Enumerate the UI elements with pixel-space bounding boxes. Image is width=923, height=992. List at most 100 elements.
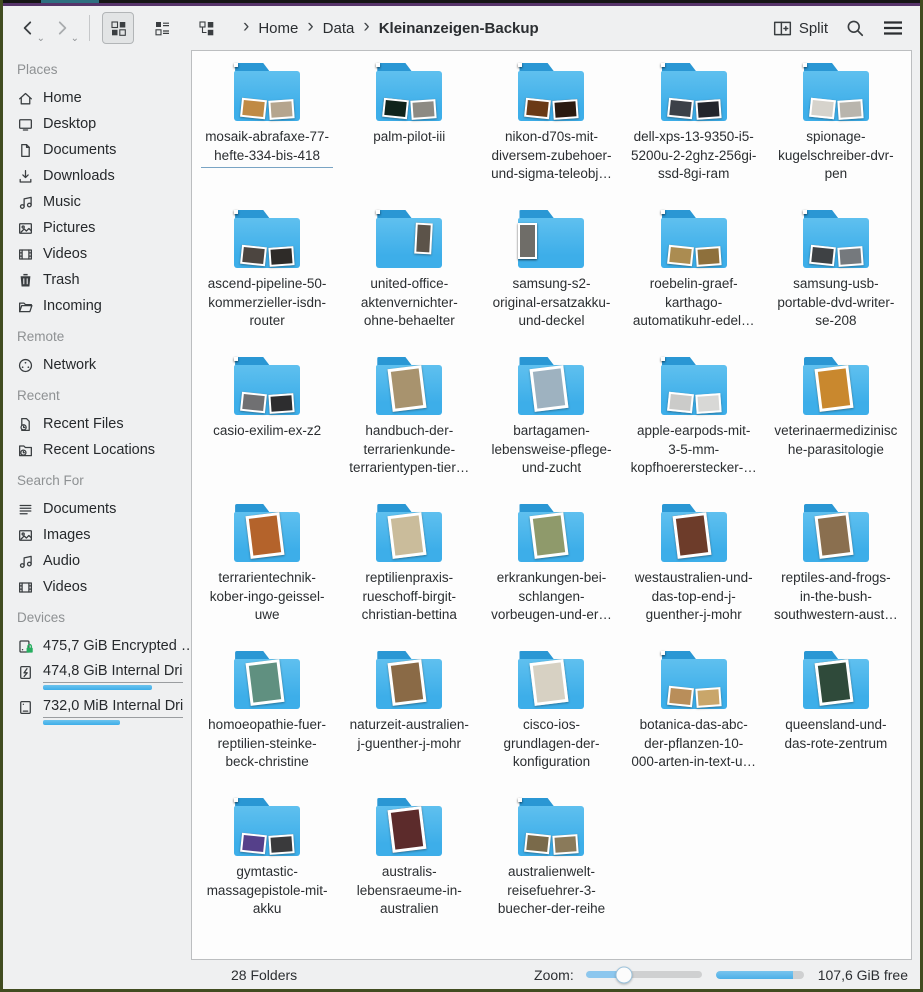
folder-item[interactable]: reptiles-and-frogs-in-the-bush-southwest… [765,504,907,651]
thumbnail [695,687,721,708]
folder-item[interactable]: nikon-d70s-mit-diversem-zubehoer-und-sig… [480,63,622,210]
sidebar-item-475-7-gib-encrypted[interactable]: 475,7 GiB Encrypted … [15,633,185,659]
sidebar-item-body: 474,8 GiB Internal Dri… [43,663,183,690]
folder-item[interactable]: roebelin-graef-karthago-automatikuhr-ede… [623,210,765,357]
thumbnail [661,651,665,655]
breadcrumb-separator-icon: › [242,19,250,38]
folder-item[interactable]: handbuch-der-terrarienkunde-terrarientyp… [338,357,480,504]
sidebar-item-body: Recent Locations [43,441,183,459]
thumbnail [240,833,267,855]
sidebar-item-trash[interactable]: Trash [15,267,185,293]
thumbnail [268,246,294,267]
trash-icon [17,272,34,289]
thumbnail [553,99,579,120]
content-view[interactable]: mosaik-abrafaxe-77-hefte-334-bis-418palm… [191,50,912,960]
folder-item[interactable]: terrarientechnik-kober-ingo-geissel-uwe [196,504,338,651]
folder-item[interactable]: homoeopathie-fuer-reptilien-steinke-beck… [196,651,338,798]
folder-item[interactable]: dell-xps-13-9350-i5-5200u-2-2ghz-256gi-s… [623,63,765,210]
folder-label: homoeopathie-fuer-reptilien-steinke-beck… [204,716,330,772]
sidebar-item-732-0-mib-internal-dri[interactable]: 732,0 MiB Internal Dri… [15,694,185,729]
sidebar-item-documents[interactable]: Documents [15,137,185,163]
search-button[interactable] [838,12,872,44]
doc-lines-icon [17,501,34,518]
folder-item[interactable]: westaustralien-und-das-top-end-j-guenthe… [623,504,765,651]
view-mode-tree-button[interactable] [190,12,222,44]
home-icon [17,90,34,107]
folder-item[interactable]: samsung-s2-original-ersatzakku-und-decke… [480,210,622,357]
folder-item[interactable]: reptilienpraxis-rueschoff-birgit-christi… [338,504,480,651]
split-button[interactable]: Split [767,16,834,41]
thumbnail [388,659,427,706]
sidebar-item-home[interactable]: Home [15,85,185,111]
folder-item[interactable]: samsung-usb-portable-dvd-writer-se-208 [765,210,907,357]
folder-item[interactable]: australis-lebensraeume-in-australien [338,798,480,945]
folder-item[interactable]: botanica-das-abc-der-pflanzen-10-000-art… [623,651,765,798]
recent-file-icon [17,416,34,433]
back-button[interactable]: ⌄ [13,13,43,43]
breadcrumb-item-kleinanzeigen-backup[interactable]: Kleinanzeigen-Backup [373,18,545,39]
folder-icon [661,357,727,415]
sidebar-item-incoming[interactable]: Incoming [15,293,185,319]
sidebar-item-pictures[interactable]: Pictures [15,215,185,241]
thumbnail [695,99,721,120]
split-view-icon [773,20,792,37]
sidebar-section: RemoteNetwork [15,329,185,378]
folder-item[interactable]: united-office-aktenvernichter-ohne-behae… [338,210,480,357]
folder-item[interactable]: gymtastic-massagepistole-mit-akku [196,798,338,945]
thumbnail [530,365,569,412]
folder-item[interactable]: ascend-pipeline-50-kommerzieller-isdn-ro… [196,210,338,357]
sidebar-item-audio[interactable]: Audio [15,548,185,574]
thumbnail [388,806,427,853]
sidebar-item-network[interactable]: Network [15,352,185,378]
view-mode-details-button[interactable] [146,12,178,44]
folder-item[interactable]: queensland-und-das-rote-zentrum [765,651,907,798]
sidebar-item-downloads[interactable]: Downloads [15,163,185,189]
back-arrow-icon [19,19,37,37]
thumbnail [268,834,294,855]
folder-label: australienwelt-reisefuehrer-3-buecher-de… [494,863,609,919]
breadcrumb-item-home[interactable]: Home [252,18,304,39]
folder-icon [661,63,727,121]
menu-button[interactable] [876,12,910,44]
folder-item[interactable]: naturzeit-australien-j-guenther-j-mohr [338,651,480,798]
sidebar-item-desktop[interactable]: Desktop [15,111,185,137]
folder-item[interactable]: australienwelt-reisefuehrer-3-buecher-de… [480,798,622,945]
thumbnail [382,98,409,120]
thumbnail [518,223,537,259]
folder-item[interactable]: apple-earpods-mit-3-5-mm-kopfhoerersteck… [623,357,765,504]
folder-icon [661,210,727,268]
folder-icon [518,504,584,562]
folder-label: gymtastic-massagepistole-mit-akku [203,863,332,919]
sidebar-item-recent-locations[interactable]: Recent Locations [15,437,185,463]
folder-item[interactable]: cisco-ios-grundlagen-der-konfiguration [480,651,622,798]
sidebar-item-label: Incoming [43,298,102,314]
folder-item[interactable]: mosaik-abrafaxe-77-hefte-334-bis-418 [196,63,338,210]
sidebar-item-music[interactable]: Music [15,189,185,215]
thumbnail [814,365,853,412]
folder-item[interactable]: bartagamen-lebensweise-pflege-und-zucht [480,357,622,504]
network-icon [17,357,34,374]
folder-item[interactable]: veterinaermedizinische-parasitologie [765,357,907,504]
zoom-slider[interactable] [586,966,702,983]
breadcrumb-item-data[interactable]: Data [317,18,361,39]
video-icon [17,246,34,263]
forward-button[interactable]: ⌄ [47,13,77,43]
folder-item[interactable]: erkrankungen-bei-schlangen-vorbeugen-und… [480,504,622,651]
sidebar-item-recent-files[interactable]: Recent Files [15,411,185,437]
sidebar-item-documents[interactable]: Documents [15,496,185,522]
document-icon [17,142,34,159]
zoom-slider-handle[interactable] [615,966,632,983]
forward-history-caret-icon[interactable]: ⌄ [71,35,79,43]
sidebar-item-images[interactable]: Images [15,522,185,548]
folder-item[interactable]: palm-pilot-iii [338,63,480,210]
folder-label: handbuch-der-terrarienkunde-terrarientyp… [345,422,473,478]
folder-item[interactable]: spionage-kugelschreiber-dvr-pen [765,63,907,210]
sidebar-item-474-8-gib-internal-dri[interactable]: 474,8 GiB Internal Dri… [15,659,185,694]
back-history-caret-icon[interactable]: ⌄ [37,35,45,43]
view-mode-icons-button[interactable] [102,12,134,44]
sidebar-item-videos[interactable]: Videos [15,574,185,600]
sidebar-item-label: Downloads [43,168,115,184]
sidebar-item-videos[interactable]: Videos [15,241,185,267]
thumbnail [525,98,552,120]
folder-item[interactable]: casio-exilim-ex-z2 [196,357,338,504]
